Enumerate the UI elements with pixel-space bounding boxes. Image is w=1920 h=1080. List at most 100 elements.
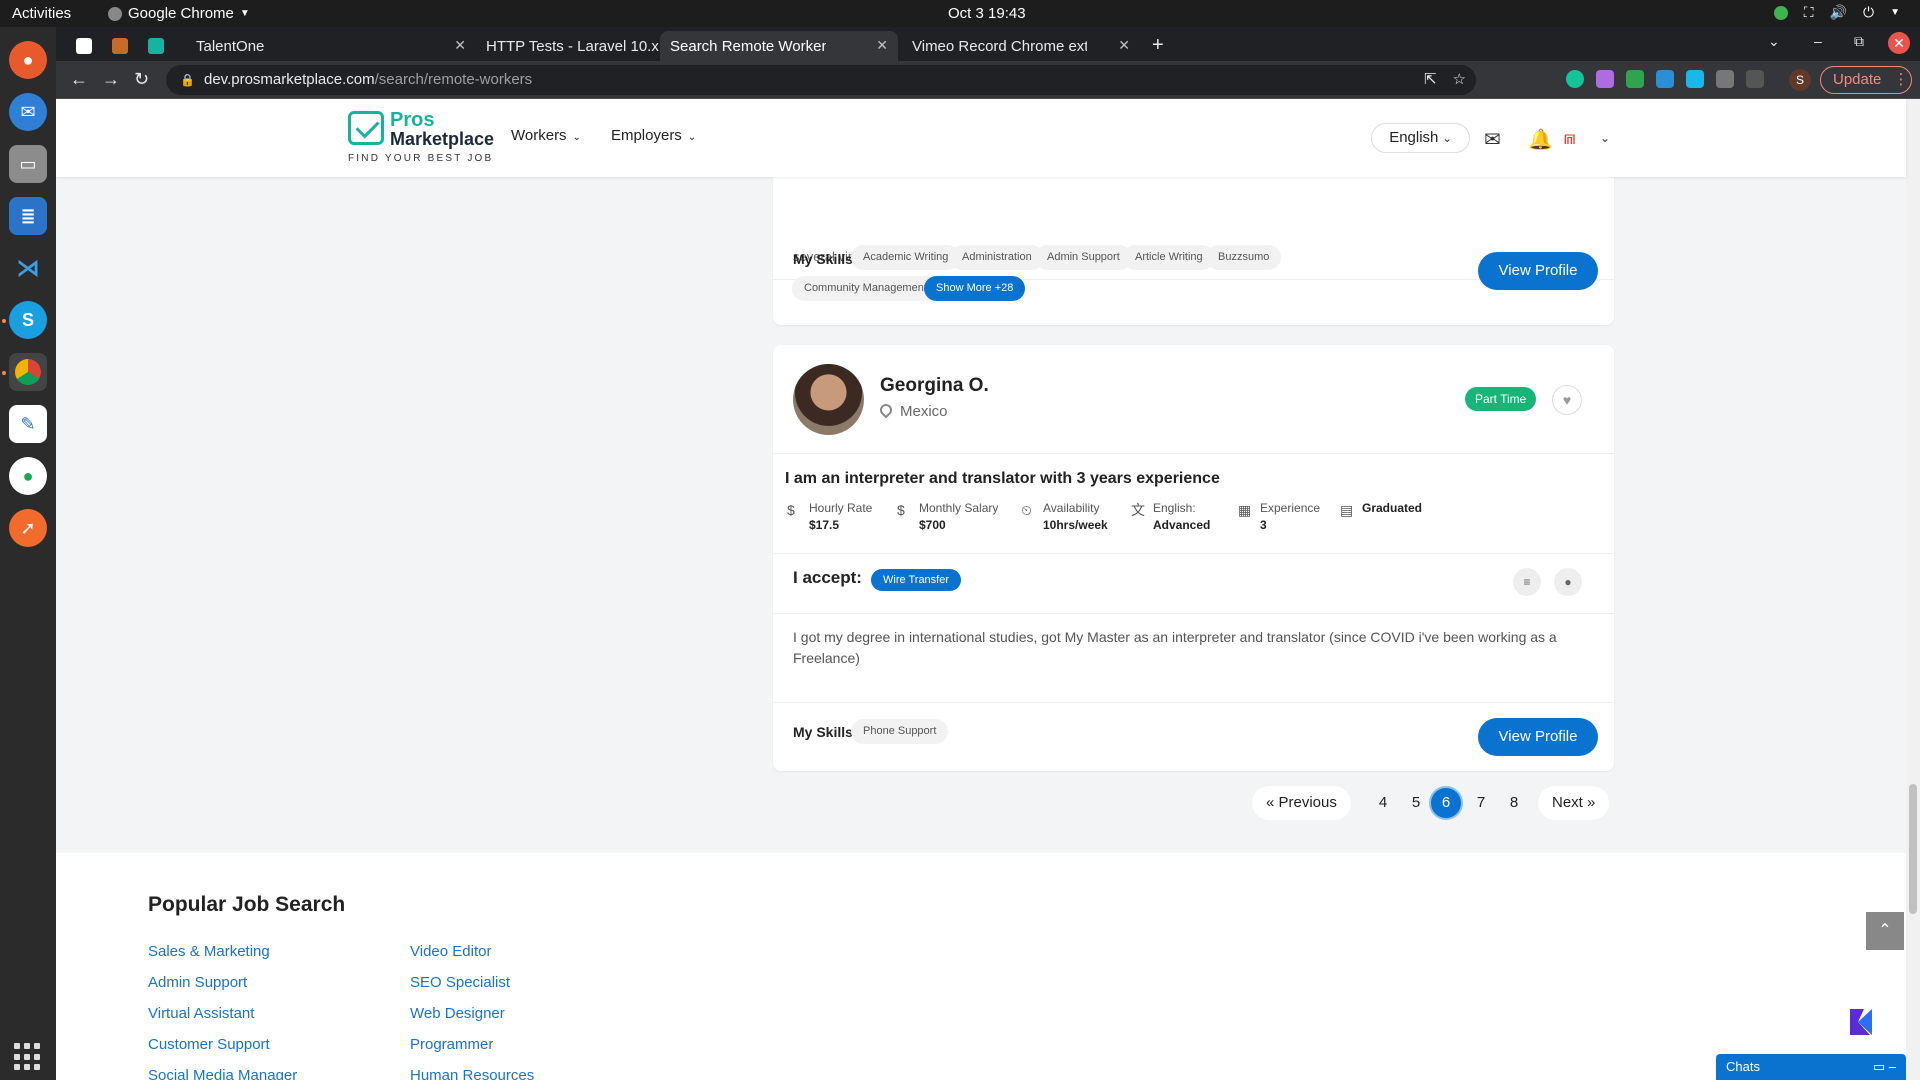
logo-tagline: FIND YOUR BEST JOB: [348, 153, 494, 164]
close-tab-icon[interactable]: ✕: [454, 37, 466, 54]
page-link[interactable]: 8: [1503, 786, 1525, 820]
grammarly-icon[interactable]: [1566, 70, 1584, 88]
vimeo-extension-icon[interactable]: [1686, 70, 1704, 88]
system-tray[interactable]: ⛶ 🔊 ⏻ ▼: [1773, 4, 1900, 21]
page-link[interactable]: 4: [1372, 786, 1394, 820]
dollar-icon: $: [787, 502, 795, 518]
nav-employers[interactable]: Employers ⌄: [611, 127, 696, 144]
footer-link[interactable]: Admin Support: [148, 974, 247, 991]
files-icon[interactable]: ▭: [9, 145, 47, 183]
address-bar[interactable]: 🔒 dev.prosmarketplace.com/search/remote-…: [166, 65, 1476, 95]
writer-icon[interactable]: ≣: [9, 197, 47, 235]
location-text: Mexico: [900, 403, 948, 420]
clock[interactable]: Oct 3 19:43: [948, 5, 1026, 22]
view-profile-button[interactable]: View Profile: [1478, 718, 1598, 756]
show-more-skills-button[interactable]: Show More +28: [924, 276, 1026, 301]
profile-avatar[interactable]: S: [1789, 69, 1811, 91]
bookmark-star-icon[interactable]: ☆: [1453, 65, 1466, 95]
view-profile-button[interactable]: View Profile: [1478, 252, 1598, 290]
back-button[interactable]: ←: [70, 69, 88, 90]
user-menu-avatar[interactable]: ⩎: [1564, 127, 1575, 150]
page-link[interactable]: 7: [1470, 786, 1492, 820]
show-apps-icon[interactable]: [14, 1043, 42, 1071]
mail-icon[interactable]: ✉: [1484, 127, 1501, 152]
scrollbar-thumb[interactable]: [1909, 784, 1917, 914]
favorite-heart-icon[interactable]: ♥: [1552, 385, 1582, 415]
share-icon[interactable]: ⇱: [1424, 65, 1437, 95]
footer-link[interactable]: Sales & Marketing: [148, 943, 270, 960]
chrome-icon[interactable]: [9, 353, 47, 391]
close-tab-icon[interactable]: ✕: [1118, 37, 1130, 54]
stat-label: English:: [1153, 501, 1196, 515]
stat-value: 10hrs/week: [1043, 518, 1108, 532]
notes-icon[interactable]: ≡: [1513, 568, 1541, 596]
text-editor-icon[interactable]: ✎: [9, 405, 47, 443]
page-link[interactable]: 5: [1405, 786, 1427, 820]
previous-page-button[interactable]: « Previous: [1252, 786, 1351, 820]
side-panel-icon[interactable]: [1746, 70, 1764, 88]
dock: ● ✉ ▭ ≣ ⋊ S ✎ ● ➚: [0, 27, 56, 1080]
restore-button[interactable]: ⧉: [1854, 33, 1864, 50]
footer-link[interactable]: Web Designer: [410, 1005, 505, 1022]
kebab-menu-icon: ⋮: [1893, 71, 1909, 88]
new-tab-button[interactable]: +: [1152, 34, 1164, 57]
tab-talentone[interactable]: TalentOne ✕: [186, 31, 981, 87]
pinned-tab-icon[interactable]: [148, 38, 164, 54]
stat-experience: ▦ Experience 3: [1238, 500, 1320, 534]
minimize-icon[interactable]: ▭ –: [1873, 1054, 1896, 1080]
skype-icon[interactable]: S: [9, 301, 47, 339]
user-icon[interactable]: ●: [1554, 568, 1582, 596]
update-button[interactable]: Update ⋮: [1820, 66, 1912, 94]
extensions-bar: [1566, 70, 1764, 88]
firefox-icon[interactable]: ●: [9, 41, 47, 79]
minimize-button[interactable]: –: [1814, 33, 1822, 49]
thunderbird-icon[interactable]: ✉: [9, 93, 47, 131]
footer-link[interactable]: Virtual Assistant: [148, 1005, 254, 1022]
current-page[interactable]: 6: [1429, 786, 1463, 820]
language-select[interactable]: English ⌄: [1371, 123, 1470, 153]
tab-search-icon[interactable]: ⌄: [1768, 33, 1780, 50]
tab-strip: TalentOne ✕ HTTP Tests - Laravel 10.x - …: [56, 27, 1920, 87]
close-tab-icon[interactable]: ✕: [876, 37, 888, 54]
stat-availability: ⏲ Availability 10hrs/week: [1021, 500, 1108, 534]
tab-search-remote-worker[interactable]: Search Remote Worker ✕: [660, 31, 1455, 87]
footer-link[interactable]: Programmer: [410, 1036, 493, 1053]
next-page-button[interactable]: Next »: [1538, 786, 1610, 820]
stat-value: $17.5: [809, 518, 840, 532]
nav-workers[interactable]: Workers ⌄: [511, 127, 581, 144]
skill-chip: Academic Writing: [851, 245, 961, 270]
forward-button[interactable]: →: [102, 69, 120, 90]
app-menu[interactable]: Google Chrome ▼: [108, 5, 250, 22]
activities-button[interactable]: Activities: [12, 5, 71, 22]
bell-icon[interactable]: 🔔: [1528, 127, 1553, 152]
tab-vimeo[interactable]: Vimeo Record Chrome ext ✕: [902, 31, 1697, 87]
footer-link[interactable]: Customer Support: [148, 1036, 270, 1053]
chevron-down-icon[interactable]: ⌄: [1600, 131, 1610, 145]
close-window-button[interactable]: ✕: [1888, 32, 1910, 54]
footer-link[interactable]: SEO Specialist: [410, 974, 510, 991]
skill-chip: Article Writing: [1123, 245, 1215, 270]
pen-extension-icon[interactable]: [1596, 70, 1614, 88]
chats-panel-bar[interactable]: Chats ▭ –: [1716, 1054, 1906, 1080]
puzzle-icon[interactable]: [1716, 70, 1734, 88]
avatar[interactable]: [793, 364, 864, 435]
vscode-icon[interactable]: ⋊: [9, 249, 47, 287]
footer-link[interactable]: Social Media Manager: [148, 1067, 297, 1080]
back-to-top-button[interactable]: ⌃: [1866, 912, 1904, 950]
page-viewport: several virtual and physical stores. My …: [56, 99, 1920, 1080]
footer-link[interactable]: Human Resources: [410, 1067, 534, 1080]
pinned-tab-icon[interactable]: [76, 38, 92, 54]
footer-link[interactable]: Video Editor: [410, 943, 491, 960]
extension-icon[interactable]: [1656, 70, 1674, 88]
url-host: dev.prosmarketplace.com: [204, 71, 375, 88]
mongodb-icon[interactable]: ●: [9, 457, 47, 495]
reload-button[interactable]: ↻: [134, 69, 149, 90]
skill-chip: Buzzsumo: [1206, 245, 1282, 270]
kommunicate-widget-icon[interactable]: [1838, 999, 1884, 1045]
worker-name[interactable]: Georgina O.: [880, 375, 989, 397]
postman-icon[interactable]: ➚: [9, 509, 47, 547]
extension-icon[interactable]: [1626, 70, 1644, 88]
page-scrollbar[interactable]: [1906, 99, 1920, 1080]
main-nav: Workers ⌄ Employers ⌄: [511, 127, 696, 144]
pinned-tab-icon[interactable]: [112, 38, 128, 54]
